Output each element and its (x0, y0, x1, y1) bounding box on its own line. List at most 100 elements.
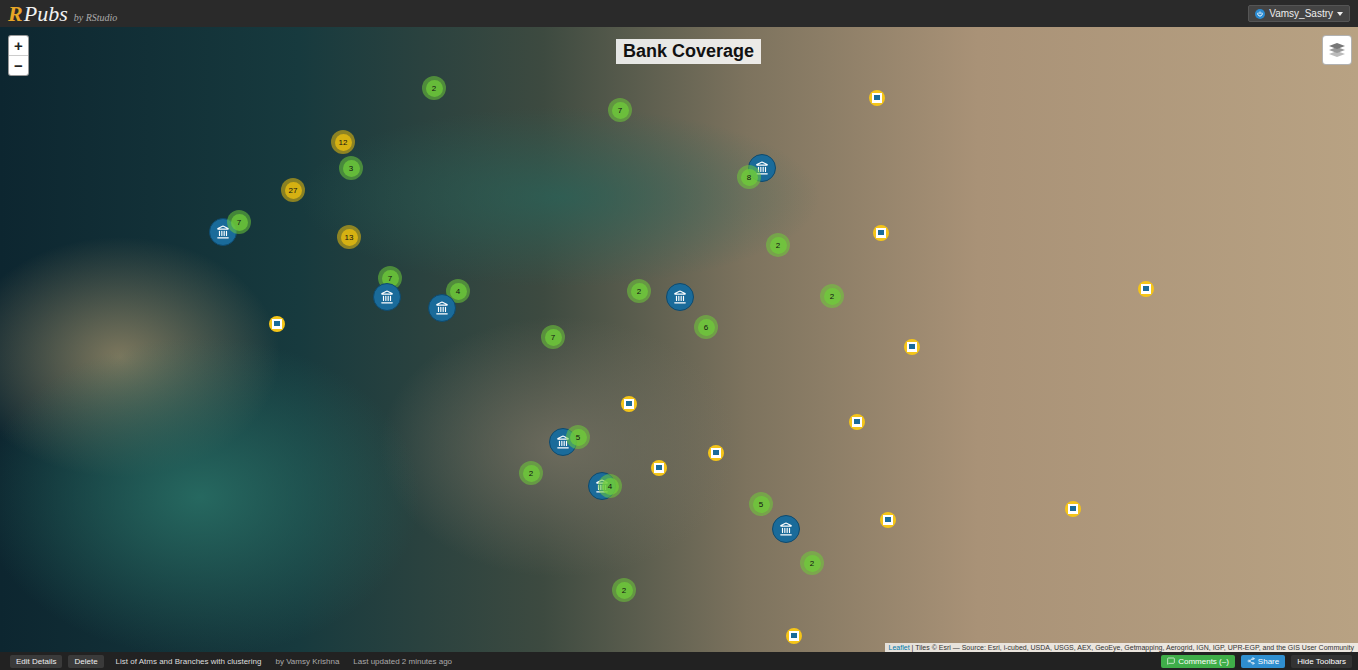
atm-marker[interactable] (904, 339, 920, 355)
bank-marker[interactable] (666, 283, 694, 311)
toolbar-button[interactable]: Delete (68, 655, 103, 668)
map[interactable]: 271232787132742267524522Bank Coverage+−L… (0, 27, 1358, 652)
attribution-text: | Tiles © Esri — Source: Esri, i-cubed, … (910, 644, 1354, 651)
bank-marker[interactable] (428, 294, 456, 322)
cluster-marker[interactable]: 7 (608, 98, 632, 122)
leaflet-link[interactable]: Leaflet (889, 644, 910, 651)
action-label: Share (1258, 657, 1279, 666)
author: by Vamsy Krishna (275, 657, 339, 666)
atm-marker[interactable] (786, 628, 802, 644)
top-bar: RPubsby RStudioVamsy_Sastry (0, 0, 1358, 27)
cluster-marker[interactable]: 13 (337, 225, 361, 249)
atm-icon (852, 417, 862, 427)
zoom-control: +− (8, 35, 29, 76)
cluster-count: 6 (698, 319, 715, 336)
atm-icon (1068, 504, 1078, 514)
logo-name: Pubs (24, 1, 68, 27)
cluster-count: 8 (741, 169, 758, 186)
atm-icon (876, 228, 886, 238)
share-icon (1247, 657, 1255, 665)
layers-control[interactable] (1322, 35, 1352, 65)
map-title: Bank Coverage (616, 39, 761, 64)
action-button[interactable]: Hide Toolbars (1291, 655, 1352, 668)
atm-icon (907, 342, 917, 352)
rpubs-page: RPubsby RStudioVamsy_Sastry2712327871327… (0, 0, 1358, 670)
cluster-marker[interactable]: 5 (749, 492, 773, 516)
cluster-count: 27 (285, 182, 302, 199)
cluster-count: 2 (770, 237, 787, 254)
action-button[interactable]: Share (1241, 655, 1285, 668)
rpubs-logo[interactable]: RPubsby RStudio (8, 1, 117, 27)
atm-marker[interactable] (651, 460, 667, 476)
atm-icon (872, 93, 882, 103)
user-icon (1255, 9, 1265, 19)
atm-marker[interactable] (849, 414, 865, 430)
cluster-marker[interactable]: 2 (612, 578, 636, 602)
zoom-in-button[interactable]: + (9, 36, 28, 55)
atm-marker[interactable] (1138, 281, 1154, 297)
cluster-marker[interactable]: 2 (800, 551, 824, 575)
bank-icon (673, 290, 687, 304)
cluster-marker[interactable]: 7 (227, 210, 251, 234)
cluster-marker[interactable]: 2 (766, 233, 790, 257)
document-info: Edit Details Delete List of Atms and Branc… (10, 655, 452, 668)
atm-icon (272, 319, 282, 329)
bank-icon (779, 522, 793, 536)
cluster-marker[interactable]: 8 (737, 165, 761, 189)
atm-icon (1141, 284, 1151, 294)
atm-icon (883, 515, 893, 525)
cluster-marker[interactable]: 5 (566, 425, 590, 449)
cluster-count: 5 (753, 496, 770, 513)
atm-icon (789, 631, 799, 641)
atm-icon (624, 399, 634, 409)
atm-marker[interactable] (873, 225, 889, 241)
bank-icon (380, 290, 394, 304)
layers-icon (1328, 41, 1346, 59)
cluster-marker[interactable]: 7 (541, 325, 565, 349)
cluster-count: 5 (570, 429, 587, 446)
cluster-count: 12 (335, 134, 352, 151)
atm-marker[interactable] (269, 316, 285, 332)
bank-icon (435, 301, 449, 315)
cluster-marker[interactable]: 6 (694, 315, 718, 339)
cluster-marker[interactable]: 3 (339, 156, 363, 180)
action-label: Hide Toolbars (1297, 657, 1346, 666)
cluster-count: 13 (341, 229, 358, 246)
action-button[interactable]: Comments (–) (1161, 655, 1235, 668)
cluster-marker[interactable]: 27 (281, 178, 305, 202)
bank-marker[interactable] (373, 283, 401, 311)
cluster-count: 2 (804, 555, 821, 572)
toolbar-button[interactable]: Edit Details (10, 655, 62, 668)
cluster-marker[interactable]: 4 (598, 474, 622, 498)
cluster-count: 4 (602, 478, 619, 495)
cluster-count: 4 (450, 283, 467, 300)
cluster-count: 7 (545, 329, 562, 346)
cluster-marker[interactable]: 2 (422, 76, 446, 100)
cluster-count: 2 (523, 465, 540, 482)
logo-by: by RStudio (74, 12, 118, 23)
bottom-bar: Edit Details Delete List of Atms and Branc… (0, 652, 1358, 670)
user-name: Vamsy_Sastry (1269, 8, 1333, 19)
cluster-count: 7 (231, 214, 248, 231)
action-label: Comments (–) (1178, 657, 1229, 666)
zoom-out-button[interactable]: − (9, 55, 28, 75)
bank-marker[interactable] (772, 515, 800, 543)
cluster-count: 2 (426, 80, 443, 97)
atm-icon (654, 463, 664, 473)
document-title: List of Atms and Branches with clusterin… (116, 657, 262, 666)
atm-marker[interactable] (1065, 501, 1081, 517)
cluster-count: 2 (824, 288, 841, 305)
actions: Comments (–) Share Hide Toolbars (1161, 655, 1352, 668)
cluster-count: 7 (612, 102, 629, 119)
caret-icon (1337, 12, 1343, 16)
cluster-marker[interactable]: 2 (627, 279, 651, 303)
cluster-marker[interactable]: 2 (820, 284, 844, 308)
cluster-marker[interactable]: 12 (331, 130, 355, 154)
last-updated: Last updated 2 minutes ago (353, 657, 452, 666)
cluster-marker[interactable]: 2 (519, 461, 543, 485)
atm-marker[interactable] (869, 90, 885, 106)
atm-marker[interactable] (880, 512, 896, 528)
atm-marker[interactable] (708, 445, 724, 461)
atm-marker[interactable] (621, 396, 637, 412)
user-menu[interactable]: Vamsy_Sastry (1248, 5, 1350, 22)
